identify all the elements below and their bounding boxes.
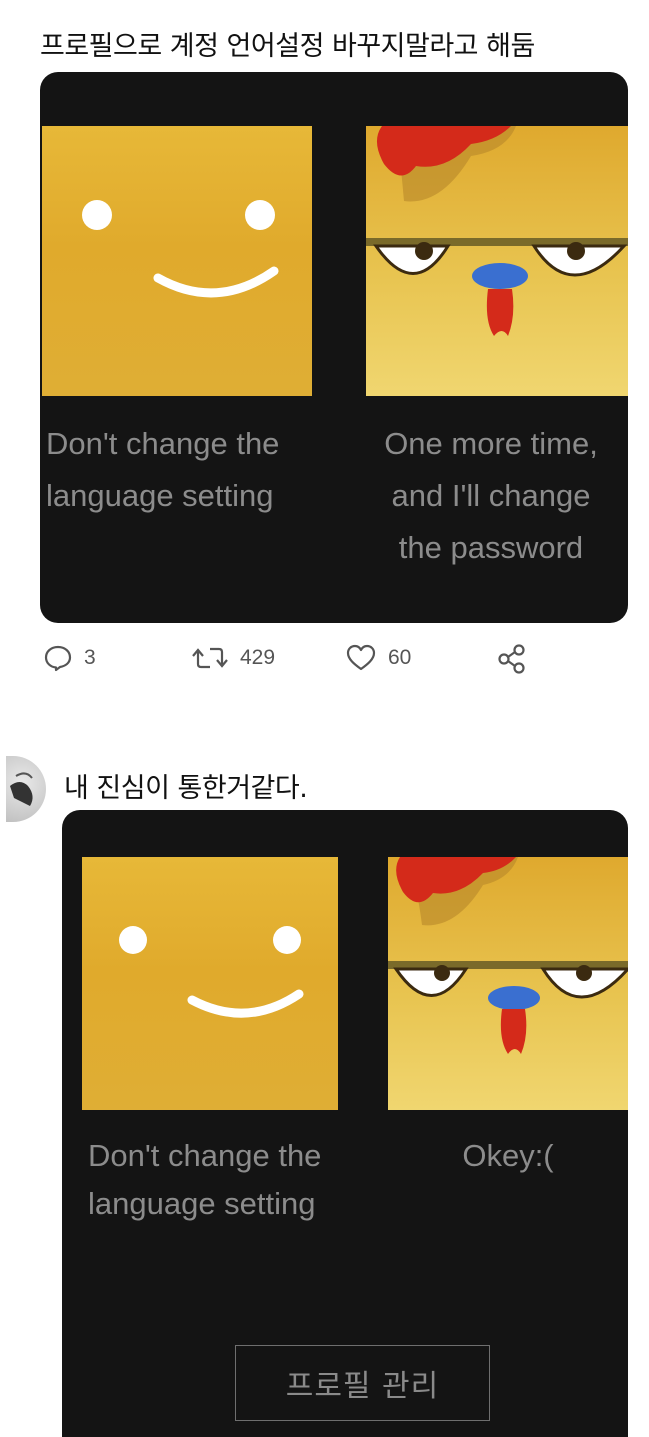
post1-text: 프로필으로 계정 언어설정 바꾸지말라고 해둠 — [40, 31, 535, 62]
reply-count: 3 — [84, 646, 96, 669]
post2-text: 내 진심이 통한거같다. — [64, 773, 308, 804]
chicken-face-icon — [388, 857, 628, 1054]
retweet-count: 429 — [240, 646, 276, 669]
chicken-face-icon — [366, 126, 628, 336]
like-count: 60 — [388, 646, 412, 669]
manage-profiles-button[interactable]: 프로필 관리 — [235, 1345, 490, 1421]
reply-button[interactable]: 3 — [44, 644, 96, 672]
post1-image-card[interactable]: Don't change the language setting One mo… — [40, 72, 628, 623]
left-caption-line: language setting — [88, 1186, 316, 1221]
reply-icon — [44, 645, 72, 672]
profile-tile-smile[interactable] — [42, 126, 312, 396]
smile-face-icon — [119, 926, 304, 1018]
smile-face-icon — [82, 200, 279, 298]
right-caption-line: Okey:( — [462, 1138, 554, 1173]
right-caption: Okey:( — [388, 1132, 628, 1180]
profile-tile-chicken[interactable] — [388, 857, 628, 1110]
share-icon — [498, 644, 525, 674]
share-button[interactable] — [497, 644, 527, 674]
profile-tile-smile[interactable] — [82, 857, 338, 1110]
retweet-button[interactable]: 429 — [192, 644, 275, 672]
like-button[interactable]: 60 — [346, 644, 411, 672]
post1-actions: 3 429 60 — [0, 640, 649, 680]
left-caption-line: language setting — [46, 478, 274, 513]
profile-tile-chicken[interactable] — [366, 126, 628, 396]
right-caption-line: the password — [398, 530, 584, 565]
left-caption-line: Don't change the — [46, 426, 280, 461]
left-caption: Don't change the language setting — [88, 1132, 388, 1228]
left-caption: Don't change the language setting — [46, 418, 346, 522]
right-caption-line: One more time, — [384, 426, 598, 461]
avatar[interactable] — [6, 756, 46, 822]
like-icon — [346, 644, 376, 671]
retweet-icon — [192, 647, 228, 669]
left-caption-line: Don't change the — [88, 1138, 322, 1173]
post2-image-card[interactable]: Don't change the language setting Okey:(… — [62, 810, 628, 1437]
avatar-figure-icon — [10, 772, 33, 806]
right-caption-line: and I'll change — [391, 478, 591, 513]
right-caption: One more time, and I'll change the passw… — [360, 418, 622, 574]
post2-username-cropped — [68, 745, 408, 755]
